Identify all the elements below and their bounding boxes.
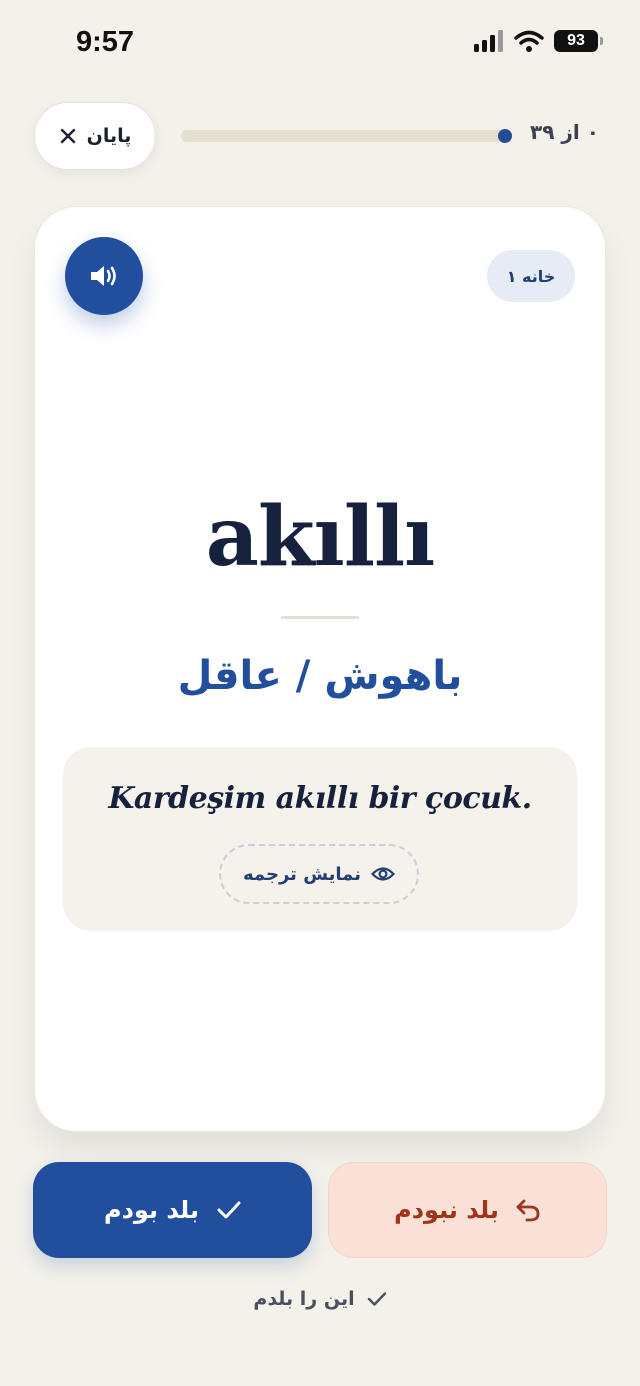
box-badge: خانه ۱ [487,250,575,302]
example-sentence: Kardeşim akıllı bir çocuk. [108,781,532,816]
check-icon [217,1201,241,1219]
battery-level: 93 [567,32,585,49]
progress-bar [181,130,511,142]
show-translation-label: نمایش ترجمه [243,863,361,885]
didnt-know-label: بلد نبودم [394,1196,499,1224]
flashcard-screen: 9:57 93 پایان ۰ از ۳۹ خانه ۱ akıllı باهو… [0,0,640,1386]
finish-button[interactable]: پایان [34,102,156,170]
close-icon [60,128,75,144]
audio-button[interactable] [65,237,143,315]
show-translation-button[interactable]: نمایش ترجمه [219,844,419,904]
divider [281,616,359,619]
progress-text: ۰ از ۳۹ [530,120,599,144]
status-icons: 93 [474,30,603,52]
know-this-label: این را بلدم [253,1288,355,1310]
undo-icon [516,1199,540,1222]
signal-icon [474,30,503,52]
knew-button[interactable]: بلد بودم [33,1162,312,1258]
know-this-link[interactable]: این را بلدم [0,1288,640,1310]
speaker-icon [91,266,116,286]
finish-label: پایان [86,125,132,147]
wifi-icon [514,30,544,52]
card-word: akıllı [205,489,436,585]
eye-icon [370,867,395,881]
flashcard: خانه ۱ akıllı باهوش / عاقل Kardeşim akıl… [34,206,606,1132]
battery-icon: 93 [554,30,603,52]
progress-indicator [498,129,512,143]
didnt-know-button[interactable]: بلد نبودم [328,1162,607,1258]
status-time: 9:57 [76,26,135,58]
example-box: Kardeşim akıllı bir çocuk. نمایش ترجمه [63,747,577,931]
check-icon [367,1292,386,1306]
card-meaning: باهوش / عاقل [177,653,463,699]
knew-label: بلد بودم [104,1196,199,1224]
